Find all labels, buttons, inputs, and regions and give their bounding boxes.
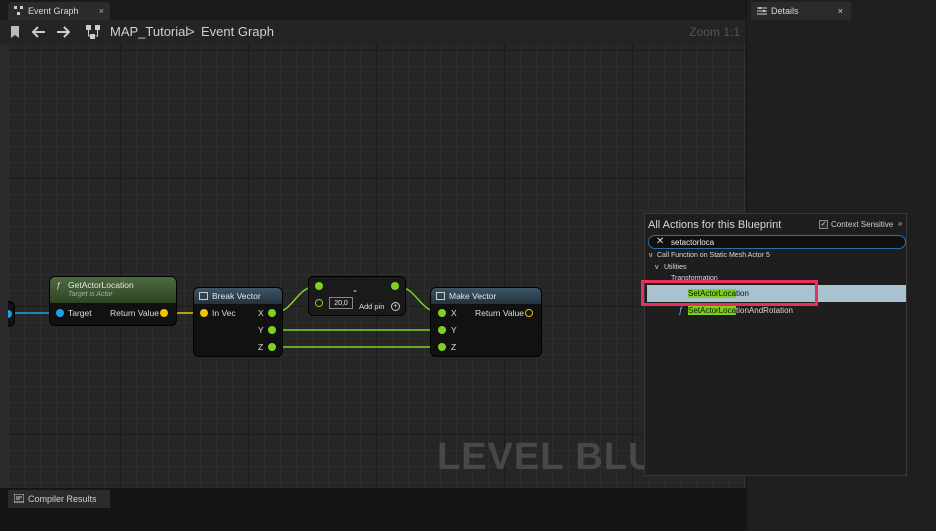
graph-canvas[interactable]: ƒ GetActorLocation Target is Actor Targe… bbox=[0, 44, 746, 488]
float-pin-icon[interactable] bbox=[438, 326, 446, 334]
forward-arrow-icon[interactable] bbox=[56, 26, 70, 38]
tab-label: Compiler Results bbox=[28, 494, 97, 504]
chevron-down-icon[interactable]: v bbox=[649, 252, 653, 259]
node-make-vector[interactable]: Make Vector X Y Z Return Value bbox=[431, 288, 541, 356]
tab-compiler-results[interactable]: Compiler Results bbox=[8, 490, 110, 508]
vector-pin-empty-icon[interactable] bbox=[525, 309, 533, 317]
float-pin-icon[interactable] bbox=[268, 326, 276, 334]
tab-details[interactable]: Details × bbox=[751, 2, 851, 20]
pin-label-y: Y bbox=[451, 325, 457, 335]
float-pin-icon[interactable] bbox=[391, 282, 399, 290]
node-subtitle: Target is Actor bbox=[68, 291, 113, 298]
pin-label-z: Z bbox=[258, 342, 264, 352]
compiler-icon bbox=[14, 494, 24, 503]
vector-pin-icon[interactable] bbox=[160, 309, 168, 317]
node-header: ƒ GetActorLocation Target is Actor bbox=[50, 277, 176, 303]
close-icon[interactable]: × bbox=[838, 2, 843, 20]
search-value: setactorloca bbox=[671, 238, 715, 247]
wires-layer bbox=[15, 285, 444, 348]
add-pin-label[interactable]: Add pin bbox=[359, 302, 384, 311]
struct-icon bbox=[199, 292, 208, 300]
float-pin-icon[interactable] bbox=[315, 282, 323, 290]
blueprint-graph-icon bbox=[86, 25, 100, 39]
value-input[interactable]: 20,0 bbox=[329, 297, 353, 309]
graph-left-strip bbox=[0, 44, 8, 488]
node-title: Break Vector bbox=[212, 291, 261, 301]
node-header: Make Vector bbox=[431, 288, 541, 304]
float-pin-icon[interactable] bbox=[268, 309, 276, 317]
zoom-level: Zoom 1:1 bbox=[689, 25, 740, 39]
document-tab-bar: Event Graph × bbox=[0, 0, 746, 20]
breadcrumb-leaf[interactable]: Event Graph bbox=[201, 24, 274, 39]
close-icon[interactable]: × bbox=[99, 2, 104, 20]
target-pin-icon[interactable] bbox=[56, 309, 64, 317]
node-header: Break Vector bbox=[194, 288, 282, 304]
function-icon: ƒ bbox=[678, 305, 684, 315]
graph-icon bbox=[14, 6, 23, 15]
popup-title: All Actions for this Blueprint bbox=[648, 219, 782, 231]
pin-label-y: Y bbox=[258, 325, 264, 335]
pin-label-in-vec: In Vec bbox=[212, 308, 236, 318]
add-pin-icon[interactable]: + bbox=[391, 302, 400, 311]
node-title: Make Vector bbox=[449, 291, 497, 301]
result-label: SetActorLocationAndRotation bbox=[688, 306, 793, 315]
node-get-actor-location[interactable]: ƒ GetActorLocation Target is Actor Targe… bbox=[50, 277, 176, 325]
compiler-results-panel: Compiler Results bbox=[0, 488, 746, 531]
context-sensitive-label: Context Sensitive bbox=[831, 220, 894, 229]
details-icon bbox=[757, 7, 767, 15]
subtract-symbol: - bbox=[353, 283, 357, 297]
breadcrumb-root[interactable]: MAP_Tutorial bbox=[110, 24, 188, 39]
pin-label-return-value: Return Value bbox=[110, 308, 159, 318]
pin-label-x: X bbox=[258, 308, 264, 318]
action-result[interactable]: ƒ SetActorLocationAndRotation bbox=[647, 304, 906, 318]
pin-label-x: X bbox=[451, 308, 457, 318]
back-arrow-icon[interactable] bbox=[32, 26, 46, 38]
all-actions-popup: All Actions for this Blueprint ✓ Context… bbox=[641, 213, 907, 476]
selection-highlight-box bbox=[641, 280, 818, 306]
struct-icon bbox=[436, 292, 445, 300]
search-input[interactable]: ✕ setactorloca bbox=[648, 235, 906, 249]
breadcrumb-separator: > bbox=[187, 24, 195, 39]
float-pin-icon[interactable] bbox=[438, 343, 446, 351]
vector-pin-icon[interactable] bbox=[200, 309, 208, 317]
node-subtract[interactable]: - 20,0 Add pin + bbox=[309, 277, 405, 315]
float-pin-icon[interactable] bbox=[268, 343, 276, 351]
subcategory-label: Utilities bbox=[664, 264, 687, 271]
tab-event-graph[interactable]: Event Graph × bbox=[8, 2, 110, 20]
pin-label-z: Z bbox=[451, 342, 457, 352]
category-label: Call Function on Static Mesh Actor 5 bbox=[657, 252, 770, 259]
chevron-down-icon[interactable]: v bbox=[655, 264, 659, 271]
chevron-right-icon[interactable]: » bbox=[898, 219, 902, 228]
pin-label-return-value: Return Value bbox=[475, 308, 524, 318]
pin-label-target: Target bbox=[68, 308, 92, 318]
bookmark-icon[interactable] bbox=[10, 26, 20, 38]
tab-label: Details bbox=[771, 6, 799, 16]
function-icon: ƒ bbox=[56, 280, 61, 290]
clear-search-icon[interactable]: ✕ bbox=[656, 235, 664, 248]
graph-toolbar: MAP_Tutorial > Event Graph Zoom 1:1 bbox=[0, 20, 746, 44]
float-pin-icon[interactable] bbox=[438, 309, 446, 317]
context-sensitive-checkbox[interactable]: ✓ bbox=[819, 220, 828, 229]
float-pin-empty-icon[interactable] bbox=[315, 299, 323, 307]
tab-label: Event Graph bbox=[28, 6, 79, 16]
node-break-vector[interactable]: Break Vector In Vec X Y Z bbox=[194, 288, 282, 356]
